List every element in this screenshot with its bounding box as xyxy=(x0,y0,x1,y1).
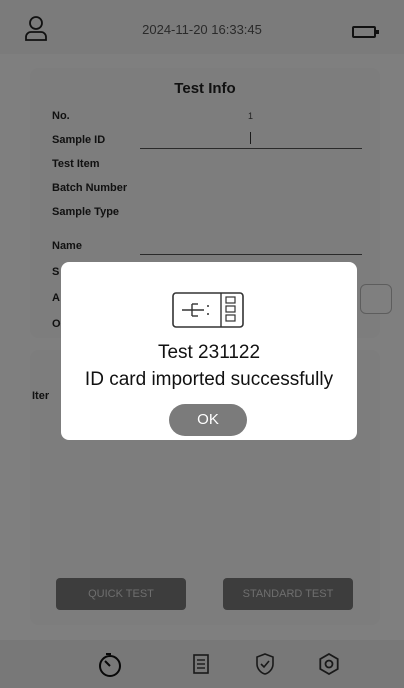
dialog-test-name: Test 231122 xyxy=(157,342,261,363)
import-success-dialog: Test 231122 ID card imported successfull… xyxy=(61,262,357,440)
app-screen: 2024-11-20 16:33:45 Test Info No. 1 Samp… xyxy=(0,0,404,688)
id-card-icon xyxy=(172,292,244,328)
dialog-message: ID card imported successfully xyxy=(84,369,334,390)
ok-button[interactable]: OK xyxy=(169,404,247,436)
